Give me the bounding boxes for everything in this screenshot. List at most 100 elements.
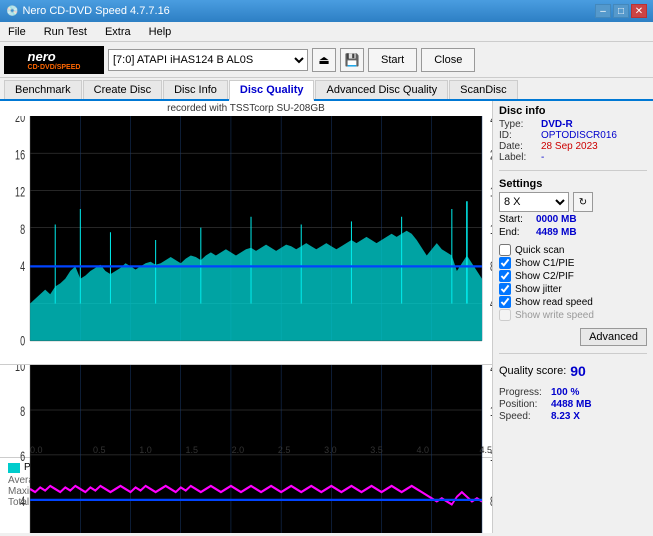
progress-label: Progress: — [499, 387, 547, 398]
show-write-speed-checkbox[interactable] — [499, 309, 511, 321]
id-value: OPTODISCR016 — [541, 130, 617, 141]
start-label: Start: — [499, 214, 534, 225]
quick-scan-checkbox[interactable] — [499, 244, 511, 256]
quality-score-value: 90 — [570, 363, 586, 379]
label-label: Label: — [499, 152, 537, 163]
show-read-speed-label: Show read speed — [515, 297, 593, 308]
show-jitter-row: Show jitter — [499, 283, 647, 295]
type-label: Type: — [499, 119, 537, 130]
quality-score-row: Quality score: 90 — [499, 363, 647, 379]
svg-text:12: 12 — [490, 449, 492, 464]
tab-disc-quality[interactable]: Disc Quality — [229, 80, 315, 101]
tab-scandisc[interactable]: ScanDisc — [449, 80, 517, 99]
settings-section: Settings 8 X ↻ Start: 0000 MB End: 4489 … — [499, 178, 647, 240]
speed-selector[interactable]: 8 X — [499, 192, 569, 212]
chart-area: recorded with TSSTcorp SU-208GB — [0, 101, 493, 533]
svg-text:6: 6 — [20, 449, 25, 464]
id-label: ID: — [499, 130, 537, 141]
titlebar-buttons: – □ ✕ — [595, 4, 647, 18]
close-button[interactable]: Close — [421, 48, 475, 72]
settings-refresh-button[interactable]: ↻ — [573, 192, 593, 212]
menu-help[interactable]: Help — [145, 24, 176, 40]
show-c1pie-checkbox[interactable] — [499, 257, 511, 269]
position-value: 4488 MB — [551, 399, 592, 410]
nero-sub-text: CD·DVD/SPEED — [28, 64, 81, 71]
date-label: Date: — [499, 141, 537, 152]
quick-scan-row: Quick scan — [499, 244, 647, 256]
divider-2 — [499, 353, 647, 354]
menu-extra[interactable]: Extra — [101, 24, 135, 40]
show-read-speed-checkbox[interactable] — [499, 296, 511, 308]
eject-button[interactable]: ⏏ — [312, 48, 336, 72]
tab-disc-info[interactable]: Disc Info — [163, 80, 228, 99]
label-value: - — [541, 152, 544, 163]
show-read-speed-row: Show read speed — [499, 296, 647, 308]
nero-logo-text: nero — [28, 49, 56, 64]
svg-text:4: 4 — [20, 259, 25, 274]
main-content: recorded with TSSTcorp SU-208GB — [0, 101, 653, 533]
disc-info-title: Disc info — [499, 105, 647, 117]
svg-text:16: 16 — [490, 185, 492, 200]
speed-row: 8 X ↻ — [499, 192, 647, 212]
show-c1pie-label: Show C1/PIE — [515, 258, 574, 269]
show-c2pif-row: Show C2/PIF — [499, 270, 647, 282]
start-button[interactable]: Start — [368, 48, 417, 72]
pi-failures-chart: 10 8 6 4 2 0 20 16 12 8 4 0.0 0.5 1.0 1.… — [0, 365, 492, 533]
svg-text:0: 0 — [20, 334, 25, 349]
close-window-button[interactable]: ✕ — [631, 4, 647, 18]
pi-errors-svg: 20 16 12 8 4 0 24 20 16 12 8 4 — [0, 116, 492, 364]
svg-text:12: 12 — [490, 222, 492, 237]
right-panel: Disc info Type: DVD-R ID: OPTODISCR016 D… — [493, 101, 653, 533]
svg-text:4: 4 — [20, 494, 25, 509]
start-value: 0000 MB — [536, 214, 577, 225]
svg-text:12: 12 — [15, 185, 25, 200]
checkboxes-section: Quick scan Show C1/PIE Show C2/PIF Show … — [499, 244, 647, 322]
show-write-speed-row: Show write speed — [499, 309, 647, 321]
show-c2pif-label: Show C2/PIF — [515, 271, 574, 282]
nero-logo: nero CD·DVD/SPEED — [4, 46, 104, 74]
progress-section: Progress: 100 % Position: 4488 MB Speed:… — [499, 387, 647, 423]
svg-text:8: 8 — [490, 259, 492, 274]
svg-text:16: 16 — [15, 148, 25, 163]
tab-benchmark[interactable]: Benchmark — [4, 80, 82, 99]
quality-score-label: Quality score: — [499, 365, 566, 377]
minimize-button[interactable]: – — [595, 4, 611, 18]
app-icon: 💿 — [6, 6, 18, 17]
svg-text:20: 20 — [490, 365, 492, 375]
save-button[interactable]: 💾 — [340, 48, 364, 72]
show-jitter-label: Show jitter — [515, 284, 562, 295]
app-title: Nero CD-DVD Speed 4.7.7.16 — [22, 5, 169, 17]
tab-create-disc[interactable]: Create Disc — [83, 80, 162, 99]
settings-title: Settings — [499, 178, 647, 190]
menu-file[interactable]: File — [4, 24, 30, 40]
divider-1 — [499, 170, 647, 171]
menu-run-test[interactable]: Run Test — [40, 24, 91, 40]
svg-text:8: 8 — [20, 222, 25, 237]
speed-value: 8.23 X — [551, 411, 580, 422]
position-label: Position: — [499, 399, 547, 410]
disc-info-section: Disc info Type: DVD-R ID: OPTODISCR016 D… — [499, 105, 647, 163]
date-value: 28 Sep 2023 — [541, 141, 598, 152]
type-value: DVD-R — [541, 119, 573, 130]
show-jitter-checkbox[interactable] — [499, 283, 511, 295]
svg-text:10: 10 — [15, 365, 25, 375]
svg-text:8: 8 — [20, 404, 25, 419]
tab-advanced-disc-quality[interactable]: Advanced Disc Quality — [315, 80, 448, 99]
svg-text:20: 20 — [15, 116, 25, 126]
advanced-button[interactable]: Advanced — [580, 328, 647, 346]
menubar: File Run Test Extra Help — [0, 22, 653, 42]
show-write-speed-label: Show write speed — [515, 310, 594, 321]
drive-selector[interactable]: [7:0] ATAPI iHAS124 B AL0S — [108, 49, 308, 71]
svg-text:20: 20 — [490, 148, 492, 163]
show-c2pif-checkbox[interactable] — [499, 270, 511, 282]
svg-text:24: 24 — [490, 116, 492, 126]
maximize-button[interactable]: □ — [613, 4, 629, 18]
pi-errors-chart: 20 16 12 8 4 0 24 20 16 12 8 4 — [0, 116, 492, 365]
quick-scan-label: Quick scan — [515, 245, 564, 256]
end-value: 4489 MB — [536, 227, 577, 238]
toolbar: nero CD·DVD/SPEED [7:0] ATAPI iHAS124 B … — [0, 42, 653, 78]
pi-failures-svg: 10 8 6 4 2 0 20 16 12 8 4 0.0 0.5 1.0 1.… — [0, 365, 492, 533]
chart-title: recorded with TSSTcorp SU-208GB — [0, 101, 492, 116]
speed-label: Speed: — [499, 411, 547, 422]
titlebar-left: 💿 Nero CD-DVD Speed 4.7.7.16 — [6, 5, 170, 17]
